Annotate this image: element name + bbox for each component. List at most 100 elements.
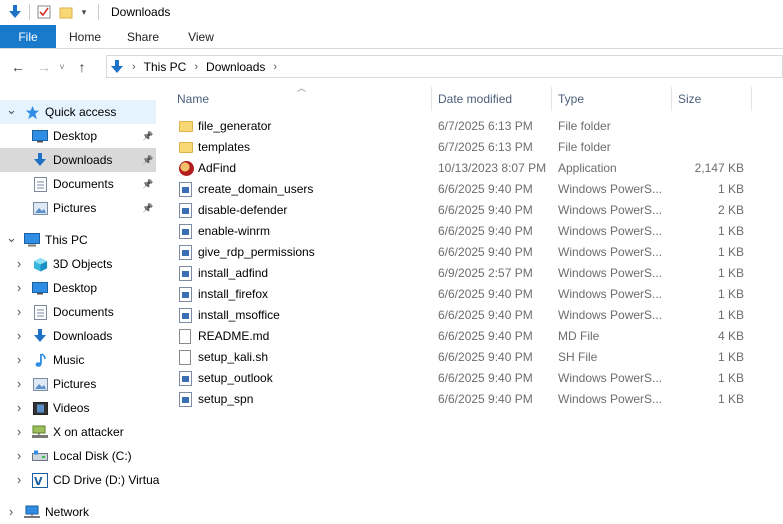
file-size: 1 KB — [717, 392, 744, 406]
chevron-right-icon[interactable]: › — [14, 424, 24, 439]
file-row[interactable]: install_msoffice 6/6/2025 9:40 PM Windows … — [172, 305, 752, 326]
powershell-script-icon — [179, 245, 194, 260]
file-date-modified: 6/6/2025 9:40 PM — [438, 392, 533, 406]
file-row[interactable]: give_rdp_permissions 6/6/2025 9:40 PM Wind… — [172, 242, 752, 263]
chevron-right-icon[interactable]: › — [14, 280, 24, 295]
computer-icon — [24, 232, 40, 248]
column-header-label: Date modified — [438, 92, 513, 106]
file-row[interactable]: setup_outlook 6/6/2025 9:40 PM Windows Pow… — [172, 368, 752, 389]
sidebar-item-music[interactable]: › Music — [0, 348, 156, 372]
file-row[interactable]: create_domain_users 6/6/2025 9:40 PM Windo… — [172, 179, 752, 200]
file-row[interactable]: AdFind 10/13/2023 8:07 PM Application 2,147… — [172, 158, 752, 179]
customize-toolbar-icon[interactable]: ▾ — [76, 4, 92, 20]
sidebar-item-documents[interactable]: Documents 📌 — [0, 172, 156, 196]
sidebar-item-label: CD Drive (D:) Virtua — [53, 473, 160, 487]
sidebar-item-this-pc[interactable]: ⌄ This PC — [0, 228, 156, 252]
navigation-pane: ⌄ Quick access Desktop 📌 Downloads 📌 Documents… — [0, 100, 160, 524]
file-row[interactable]: disable-defender 6/6/2025 9:40 PM Windows … — [172, 200, 752, 221]
sidebar-item-pictures[interactable]: › Pictures — [0, 372, 156, 396]
address-bar[interactable]: › This PC › Downloads › — [106, 55, 783, 78]
file-size: 4 KB — [717, 329, 744, 343]
powershell-script-icon — [179, 224, 194, 239]
sidebar-item-desktop[interactable]: Desktop 📌 — [0, 124, 156, 148]
file-date-modified: 6/6/2025 9:40 PM — [438, 329, 533, 343]
sidebar-item-quick-access[interactable]: ⌄ Quick access — [0, 100, 156, 124]
application-icon — [179, 161, 194, 176]
file-name: templates — [198, 140, 251, 154]
chevron-right-icon[interactable]: › — [14, 256, 24, 271]
file-row[interactable]: setup_spn 6/6/2025 9:40 PM Windows PowerS.… — [172, 389, 752, 410]
file-row[interactable]: templates 6/7/2025 6:13 PM File folder — [172, 137, 752, 158]
file-row[interactable]: README.md 6/6/2025 9:40 PM MD File 4 KB — [172, 326, 752, 347]
back-arrow-icon[interactable]: ← — [7, 56, 29, 78]
file-name: give_rdp_permissions — [198, 245, 315, 259]
chevron-right-icon[interactable]: › — [14, 472, 24, 487]
breadcrumb-this-pc[interactable]: This PC — [144, 60, 187, 74]
chevron-right-icon[interactable]: › — [14, 352, 24, 367]
column-header-size[interactable]: Size — [672, 87, 752, 111]
file-row[interactable]: enable-winrm 6/6/2025 9:40 PM Windows Powe… — [172, 221, 752, 242]
tab-home[interactable]: Home — [56, 25, 114, 48]
chevron-right-icon[interactable]: › — [194, 61, 198, 73]
file-size — [668, 116, 744, 137]
powershell-script-icon — [179, 266, 194, 281]
powershell-script-icon — [179, 287, 194, 302]
sidebar-item-cd-drive-d-virtua[interactable]: › V CD Drive (D:) Virtua — [0, 468, 160, 492]
sidebar-item-documents[interactable]: › Documents — [0, 300, 156, 324]
column-header-date[interactable]: Date modified — [432, 87, 552, 111]
chevron-right-icon[interactable]: › — [6, 504, 16, 519]
chevron-right-icon[interactable]: › — [132, 61, 136, 73]
tab-file[interactable]: File — [0, 25, 56, 48]
file-row[interactable]: file_generator 6/7/2025 6:13 PM File folde… — [172, 116, 752, 137]
sidebar-item-videos[interactable]: › Videos — [0, 396, 156, 420]
sidebar-item-x-on-attacker[interactable]: › X on attacker — [0, 420, 156, 444]
properties-icon[interactable] — [36, 4, 52, 20]
download-arrow-icon[interactable] — [7, 4, 23, 20]
chevron-down-icon[interactable]: ⌄ — [6, 230, 17, 246]
star-icon — [24, 104, 40, 120]
file-name: setup_kali.sh — [198, 350, 269, 364]
sidebar-item-downloads[interactable]: › Downloads — [0, 324, 156, 348]
tab-share[interactable]: Share — [114, 25, 172, 48]
file-name: AdFind — [198, 161, 237, 175]
pin-icon: 📌 — [142, 178, 154, 189]
recent-locations-icon[interactable]: ˅ — [55, 56, 69, 78]
file-date-modified: 6/6/2025 9:40 PM — [438, 308, 533, 322]
sidebar-item-label: Music — [53, 353, 85, 367]
sidebar-item-local-disk-c[interactable]: › Local Disk (C:) — [0, 444, 156, 468]
sidebar-item-pictures[interactable]: Pictures 📌 — [0, 196, 156, 220]
chevron-right-icon[interactable]: › — [14, 448, 24, 463]
file-row[interactable]: install_adfind 6/9/2025 2:57 PM Windows Po… — [172, 263, 752, 284]
column-header-type[interactable]: Type — [552, 87, 672, 111]
file-date-modified: 6/7/2025 6:13 PM — [438, 119, 533, 133]
sidebar-item-label: Pictures — [53, 377, 97, 391]
chevron-right-icon[interactable]: › — [14, 400, 24, 415]
chevron-right-icon[interactable]: › — [273, 61, 277, 73]
breadcrumb-downloads[interactable]: Downloads — [206, 60, 265, 74]
new-folder-icon[interactable] — [58, 4, 74, 20]
sidebar-item-label: Documents — [53, 305, 114, 319]
sidebar-item-3d-objects[interactable]: › 3D Objects — [0, 252, 156, 276]
file-name: setup_outlook — [198, 371, 273, 385]
forward-arrow-icon[interactable]: → — [33, 56, 55, 78]
file-size: 1 KB — [717, 224, 744, 238]
chevron-right-icon[interactable]: › — [14, 328, 24, 343]
sidebar-item-network[interactable]: › Network — [0, 500, 156, 524]
chevron-right-icon[interactable]: › — [14, 304, 24, 319]
file-type: Windows PowerS... — [558, 392, 662, 406]
sidebar-item-desktop[interactable]: › Desktop — [0, 276, 156, 300]
file-date-modified: 6/6/2025 9:40 PM — [438, 287, 533, 301]
pin-icon: 📌 — [142, 202, 154, 213]
file-name: setup_spn — [198, 392, 254, 406]
sidebar-item-downloads[interactable]: Downloads 📌 — [0, 148, 156, 172]
chevron-right-icon[interactable]: › — [14, 376, 24, 391]
up-arrow-icon[interactable]: ↑ — [71, 56, 93, 78]
sidebar-item-label: X on attacker — [53, 425, 124, 439]
file-size: 2,147 KB — [694, 161, 744, 175]
file-row[interactable]: setup_kali.sh 6/6/2025 9:40 PM SH File 1 KB — [172, 347, 752, 368]
tab-view[interactable]: View — [172, 25, 230, 48]
file-row[interactable]: install_firefox 6/6/2025 9:40 PM Windows P… — [172, 284, 752, 305]
file-date-modified: 6/6/2025 9:40 PM — [438, 350, 533, 364]
file-name: install_msoffice — [198, 308, 280, 322]
chevron-down-icon[interactable]: ⌄ — [6, 102, 17, 118]
